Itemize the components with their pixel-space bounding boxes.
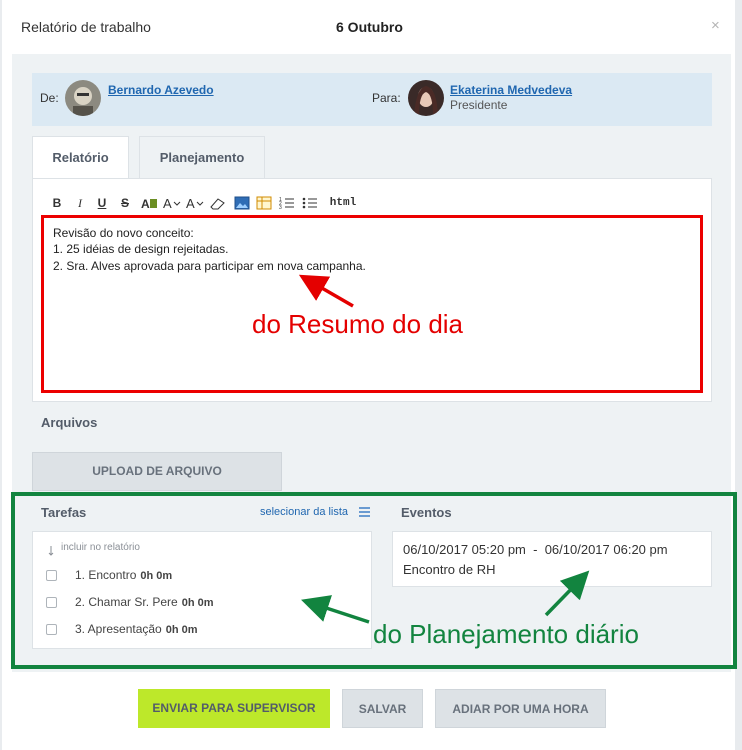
annotation-arrows (298, 274, 590, 624)
work-report-dialog: Relatório de trabalho 6 Outubro × De: Be… (0, 0, 742, 750)
defer-one-hour-button[interactable]: ADIAR POR UMA HORA (435, 689, 606, 728)
green-arrow-tasks (301, 595, 370, 624)
send-to-supervisor-button[interactable]: ENVIAR PARA SUPERVISOR (138, 689, 330, 728)
red-arrow (298, 274, 354, 308)
green-arrow-events (544, 570, 590, 617)
save-button[interactable]: SALVAR (342, 689, 423, 728)
